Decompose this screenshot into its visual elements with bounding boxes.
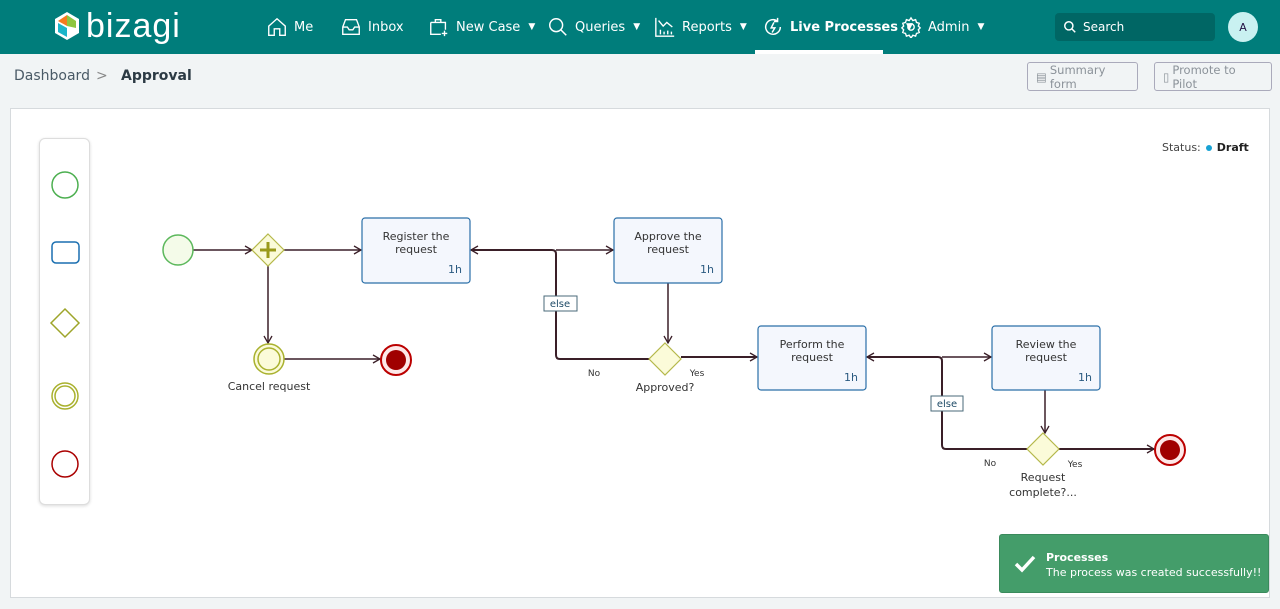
svg-text:request: request <box>791 351 834 364</box>
task-duration: 1h <box>700 263 714 276</box>
request-complete-label: Request <box>1021 471 1066 484</box>
cancel-request-label: Cancel request <box>228 380 311 393</box>
task-duration: 1h <box>448 263 462 276</box>
yes-label: Yes <box>1067 460 1083 470</box>
approved-gateway-label: Approved? <box>636 381 695 394</box>
svg-text:Approve the: Approve the <box>634 230 702 243</box>
request-complete-gateway[interactable] <box>1026 432 1060 466</box>
task-duration: 1h <box>844 371 858 384</box>
svg-text:Register the: Register the <box>383 230 450 243</box>
approved-gateway[interactable] <box>648 342 682 376</box>
task-register-request[interactable]: Register therequest 1h <box>361 217 471 284</box>
svg-text:request: request <box>647 243 690 256</box>
cancel-request-event[interactable] <box>253 343 285 375</box>
task-perform-request[interactable]: Perform therequest 1h <box>757 325 867 391</box>
request-complete-label-2: complete?... <box>1009 486 1077 499</box>
svg-text:request: request <box>395 243 438 256</box>
else-label: else <box>937 399 957 410</box>
start-event[interactable] <box>162 234 194 266</box>
else-label: else <box>550 299 570 310</box>
svg-text:Review the: Review the <box>1016 338 1077 351</box>
task-duration: 1h <box>1078 371 1092 384</box>
no-label: No <box>588 369 601 379</box>
task-review-request[interactable]: Review therequest 1h <box>991 325 1101 391</box>
svg-text:Perform the: Perform the <box>780 338 845 351</box>
task-approve-request[interactable]: Approve therequest 1h <box>613 217 723 284</box>
no-label: No <box>984 459 997 469</box>
process-diagram: Cancel request Register therequest1h App… <box>162 217 1186 499</box>
yes-label: Yes <box>689 369 705 379</box>
success-toast[interactable]: Processes The process was created succes… <box>999 534 1269 593</box>
checkmark-icon <box>1014 555 1036 573</box>
svg-text:request: request <box>1025 351 1068 364</box>
end-event[interactable] <box>1154 434 1186 466</box>
parallel-gateway[interactable] <box>251 233 285 267</box>
end-event[interactable] <box>380 344 412 376</box>
